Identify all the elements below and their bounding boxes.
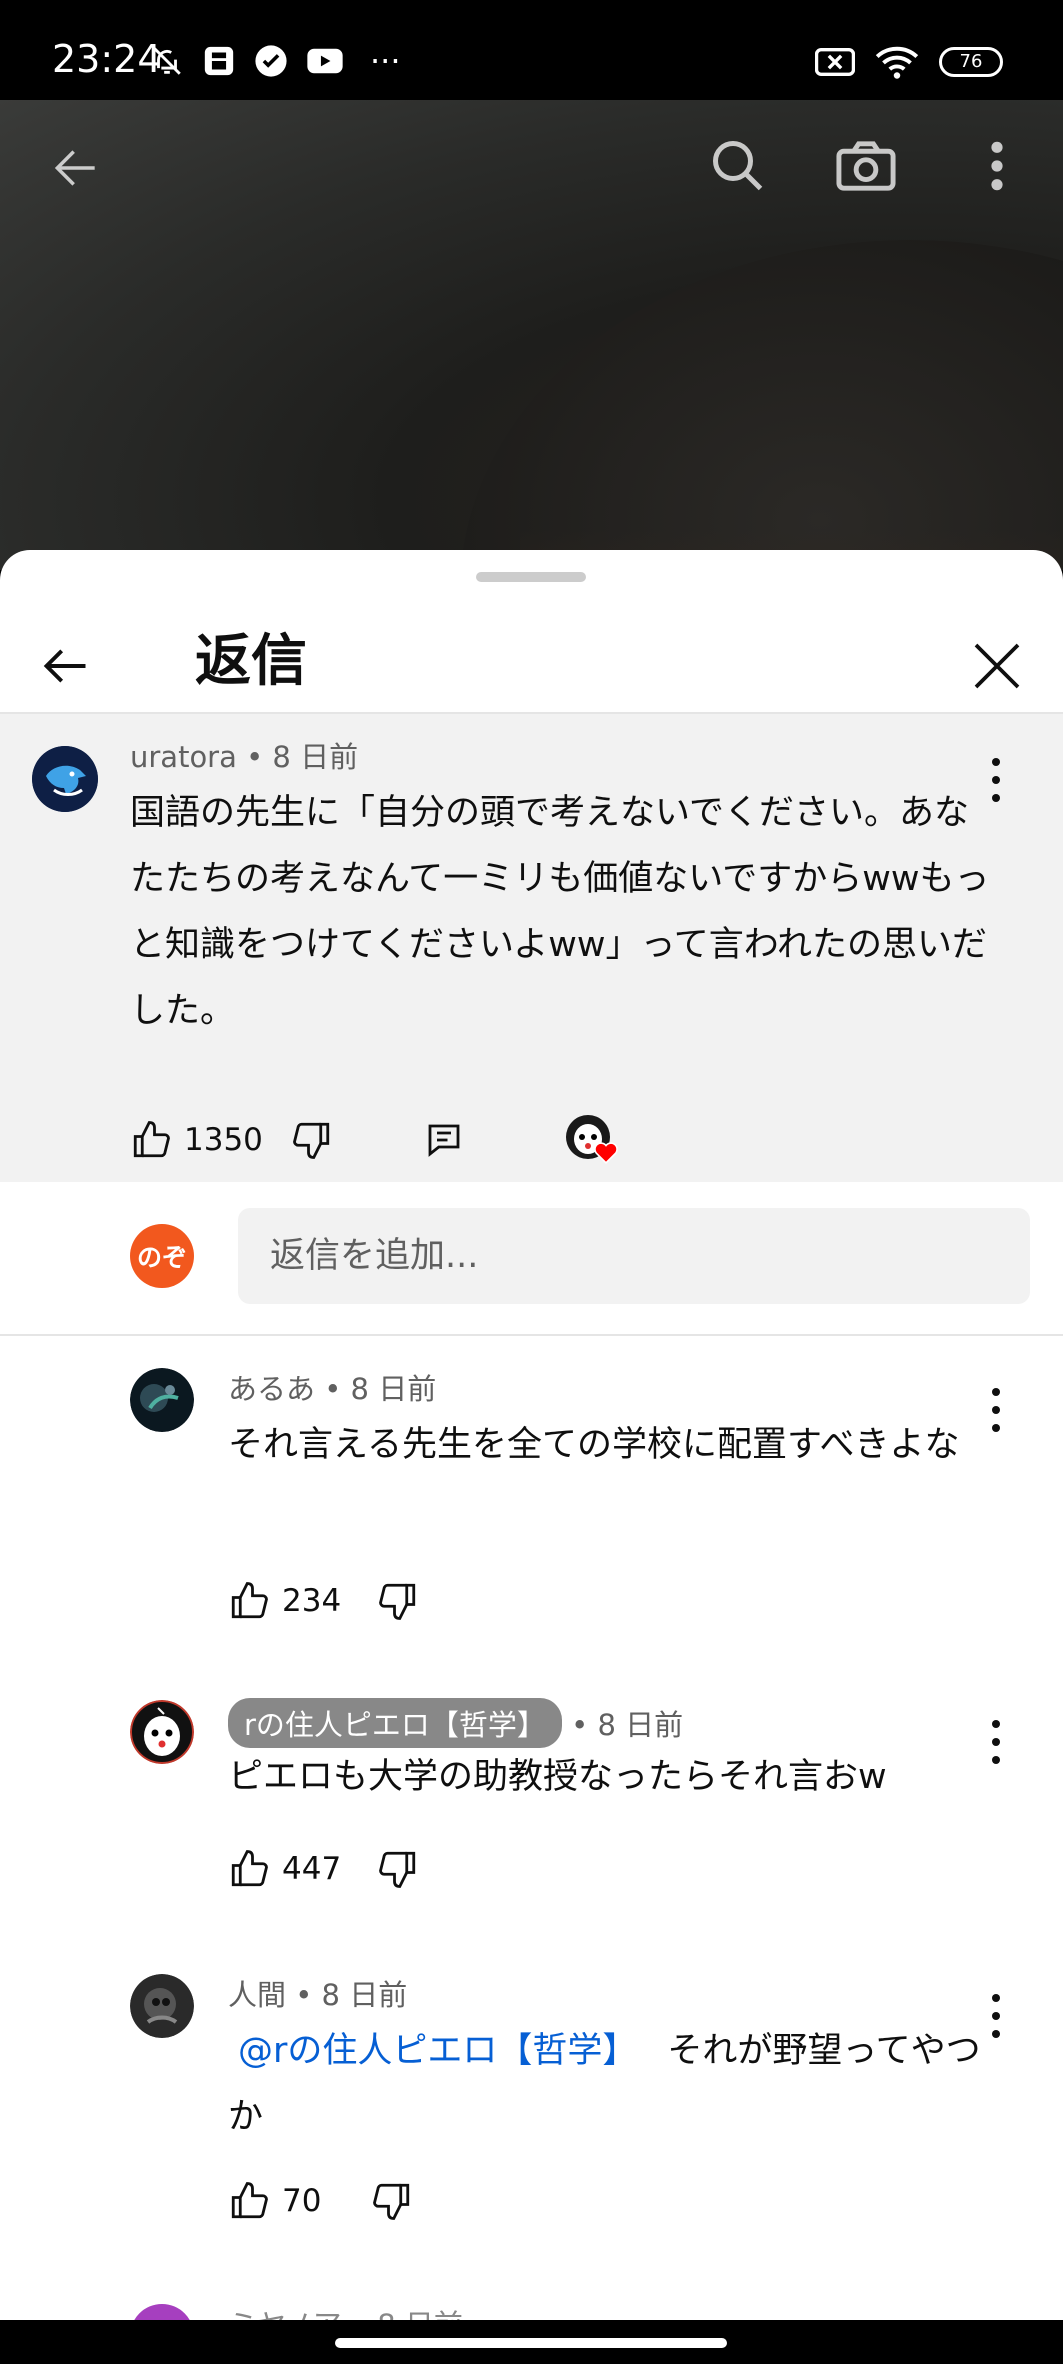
reply-meta: あるあ • 8 日前: [228, 1366, 436, 1408]
system-nav-bar: [0, 2320, 1063, 2364]
avatar[interactable]: [130, 2304, 194, 2320]
reply-actions: 234: [228, 1580, 419, 1622]
replies-sheet: 返信 uratora • 8 日前 国語の先生に「自分の頭で考えないでください。…: [0, 550, 1063, 2320]
reply-mention-link[interactable]: @rの住人ピエロ【哲学】: [238, 2031, 637, 2071]
reply-text: それ言える先生を全ての学校に配置すべきよな: [228, 1425, 960, 1465]
dislike-icon[interactable]: [291, 1119, 333, 1161]
like-count: 70: [282, 2183, 322, 2219]
battery-indicator: 76: [939, 47, 1003, 77]
like-count: 1350: [184, 1122, 263, 1158]
app-notification-icon: [204, 46, 234, 76]
youtube-icon: [307, 48, 343, 74]
reply-meta: 人間 • 8 日前: [228, 1972, 407, 2014]
comment-time: • 8 日前: [246, 740, 359, 774]
reply-meta: ミヤノア • 8 日前: [228, 2302, 463, 2320]
reply-author[interactable]: あるあ: [228, 1372, 315, 1406]
home-gesture-handle[interactable]: [335, 2338, 727, 2348]
like-icon[interactable]: [228, 1848, 270, 1890]
reply-time: • 8 日前: [295, 1978, 408, 2012]
search-icon[interactable]: [708, 136, 768, 196]
reply-more-button[interactable]: [986, 1388, 1006, 1432]
reply-actions: 447: [228, 1848, 419, 1890]
my-avatar: のぞ: [130, 1224, 194, 1288]
comment-meta: uratora • 8 日前: [130, 734, 358, 776]
system-icons: 76: [815, 44, 1003, 80]
check-circle-icon: [255, 45, 287, 77]
status-time: 23:24: [52, 37, 162, 81]
back-arrow-icon[interactable]: [48, 140, 104, 196]
like-icon[interactable]: [228, 2180, 270, 2222]
comment-actions: 1350: [130, 1114, 618, 1166]
reply-text: ピエロも大学の助教授なったらそれ言おw: [228, 1757, 887, 1797]
wifi-icon: [875, 46, 919, 79]
notification-icons: ···: [150, 44, 401, 78]
parent-comment: uratora • 8 日前 国語の先生に「自分の頭で考えないでください。あなた…: [0, 714, 1063, 1182]
heart-icon: [594, 1142, 618, 1164]
reply-icon[interactable]: [423, 1119, 465, 1161]
video-frame-subject: [460, 240, 1063, 570]
reply-more-button[interactable]: [986, 1994, 1006, 2038]
close-button[interactable]: [969, 638, 1025, 694]
dislike-icon[interactable]: [377, 1580, 419, 1622]
reply-input-row: のぞ: [0, 1182, 1063, 1336]
reply-more-button[interactable]: [986, 1720, 1006, 1764]
reply-meta: rの住人ピエロ【哲学】 • 8 日前: [228, 1698, 683, 1748]
reply-author[interactable]: ミヤノア: [228, 2308, 342, 2320]
dislike-icon[interactable]: [377, 1848, 419, 1890]
comment-text: 国語の先生に「自分の頭で考えないでください。あなたたちの考えなんて一ミリも価値な…: [130, 793, 990, 1031]
reply-author-badge[interactable]: rの住人ピエロ【哲学】: [228, 1698, 562, 1748]
like-icon[interactable]: [228, 1580, 270, 1622]
mute-bell-icon: [153, 47, 181, 75]
more-vert-icon[interactable]: [982, 138, 1012, 194]
sheet-title: 返信: [195, 629, 307, 694]
avatar[interactable]: [32, 746, 98, 812]
status-bar: 23:24 ··· 76: [0, 0, 1063, 100]
reply-time: • 8 日前: [351, 2308, 463, 2320]
avatar[interactable]: [130, 1974, 194, 2038]
video-player[interactable]: [0, 100, 1063, 570]
back-button[interactable]: [40, 640, 92, 692]
reply-input[interactable]: [238, 1208, 1030, 1304]
like-count: 447: [282, 1851, 342, 1887]
like-icon[interactable]: [130, 1119, 172, 1161]
camera-icon[interactable]: [834, 136, 898, 196]
like-count: 234: [282, 1583, 342, 1619]
no-sim-icon: [815, 48, 855, 76]
reply-author[interactable]: 人間: [228, 1978, 286, 2012]
more-notifications-icon: ···: [370, 42, 401, 80]
reply-time: • 8 日前: [571, 1708, 684, 1742]
reply-actions: 70: [228, 2180, 413, 2222]
avatar[interactable]: [130, 1368, 194, 1432]
comment-author[interactable]: uratora: [130, 740, 237, 774]
avatar[interactable]: [130, 1700, 194, 1764]
dislike-icon[interactable]: [371, 2180, 413, 2222]
creator-heart-badge: [565, 1114, 618, 1166]
reply-time: • 8 日前: [324, 1372, 437, 1406]
sheet-header: 返信: [0, 600, 1063, 714]
reply-text: @rの住人ピエロ【哲学】 それが野望ってやつか: [228, 2018, 988, 2150]
drag-handle[interactable]: [476, 572, 586, 582]
